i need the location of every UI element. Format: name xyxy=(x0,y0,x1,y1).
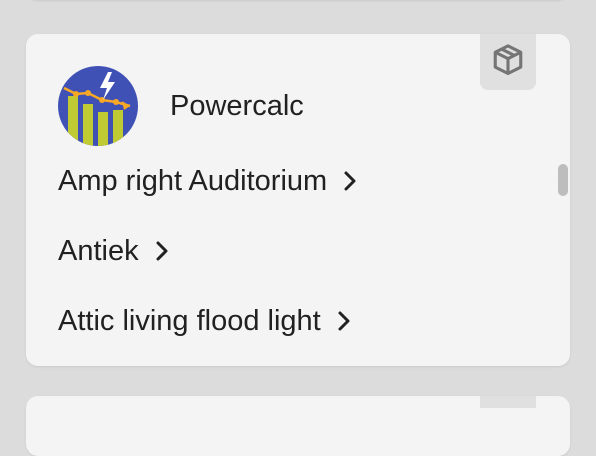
entry-amp-right-auditorium[interactable]: Amp right Auditorium xyxy=(58,146,570,216)
entry-label: Antiek xyxy=(58,235,139,267)
custom-integration-badge[interactable] xyxy=(480,34,536,90)
chevron-right-icon xyxy=(341,169,361,193)
next-integration-card xyxy=(26,396,570,456)
entry-antiek[interactable]: Antiek xyxy=(58,216,570,286)
entry-list: Amp right Auditorium Antiek Attic living… xyxy=(58,146,570,356)
chevron-right-icon xyxy=(153,239,173,263)
powercalc-logo-icon xyxy=(58,66,138,146)
integration-card: Powercalc Amp right Auditorium Antiek At… xyxy=(26,34,570,366)
package-box-icon xyxy=(491,43,525,82)
integration-title: Powercalc xyxy=(170,90,304,122)
scrollbar-thumb[interactable] xyxy=(558,164,568,196)
chevron-right-icon xyxy=(335,309,355,333)
next-card-badge[interactable] xyxy=(480,396,536,408)
entry-label: Amp right Auditorium xyxy=(58,165,328,197)
entry-label: Attic living flood light xyxy=(58,305,321,337)
entry-attic-living-flood-light[interactable]: Attic living flood light xyxy=(58,286,570,356)
